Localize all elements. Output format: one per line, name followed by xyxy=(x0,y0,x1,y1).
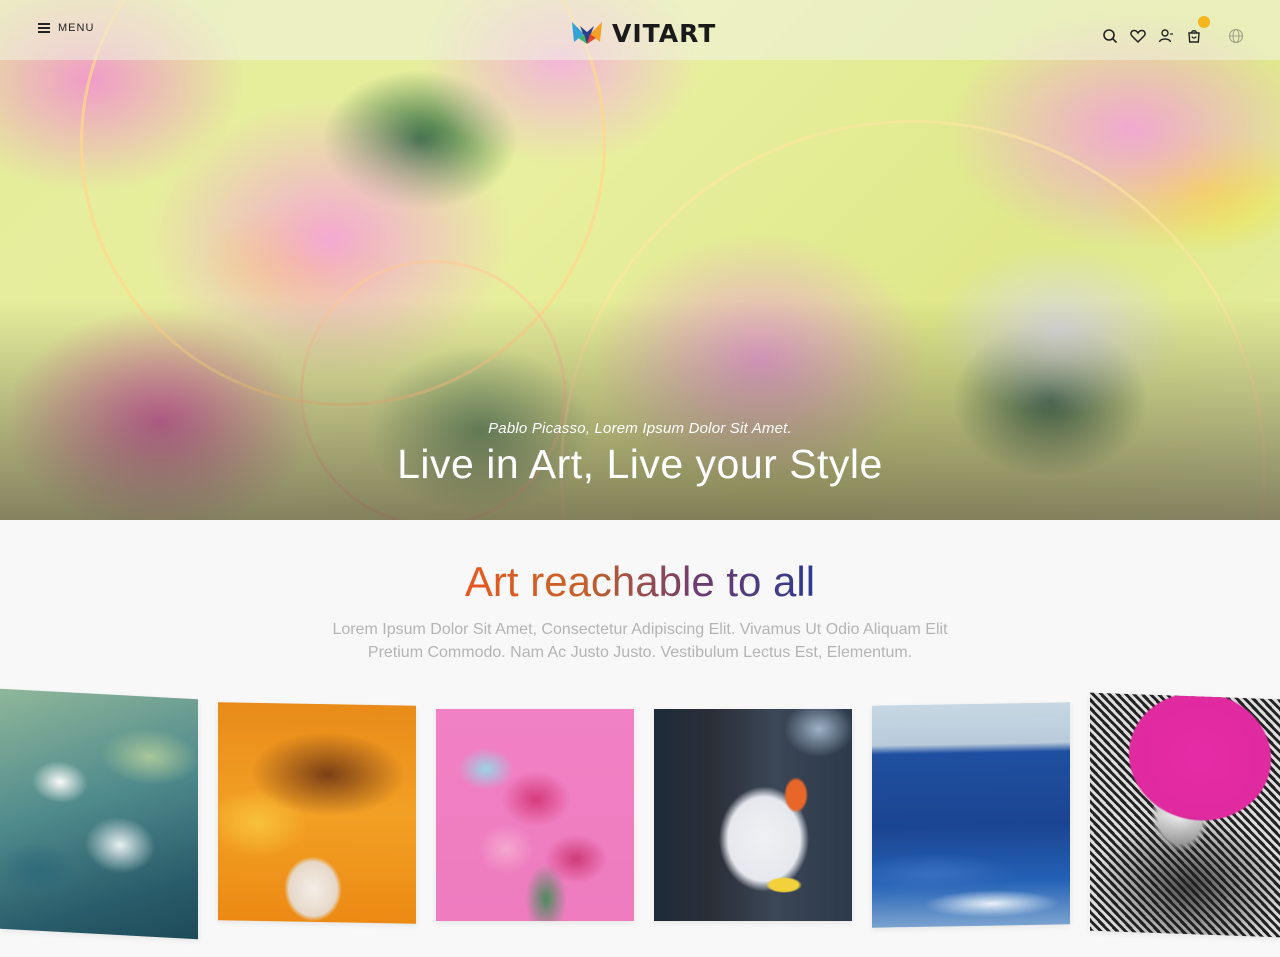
logo-mark-icon xyxy=(572,22,602,44)
cart-badge xyxy=(1198,16,1210,28)
hamburger-icon xyxy=(38,23,50,33)
hero-caption: Pablo Picasso, Lorem Ipsum Dolor Sit Ame… xyxy=(0,420,1280,488)
cart-icon[interactable] xyxy=(1186,16,1210,44)
menu-button[interactable]: MENU xyxy=(38,22,94,34)
globe-icon[interactable] xyxy=(1228,28,1244,44)
heart-icon[interactable] xyxy=(1130,28,1146,44)
hero-subtitle: Pablo Picasso, Lorem Ipsum Dolor Sit Ame… xyxy=(488,420,792,437)
section-description: Lorem Ipsum Dolor Sit Amet, Consectetur … xyxy=(332,621,948,661)
ocean-painting[interactable] xyxy=(872,702,1070,928)
abstract-painting[interactable] xyxy=(654,709,852,921)
menu-label: MENU xyxy=(58,22,95,34)
portrait-shading xyxy=(1090,692,1280,938)
hero-headline: Live in Art, Live your Style xyxy=(397,441,883,487)
artwork-gallery xyxy=(0,688,1280,940)
portrait-headdress-painting[interactable] xyxy=(1090,692,1280,938)
hero-banner: Pablo Picasso, Lorem Ipsum Dolor Sit Ame… xyxy=(0,0,1280,520)
pink-lily-painting[interactable] xyxy=(436,709,634,921)
logo[interactable]: VITART xyxy=(570,18,716,48)
section-title: Art reachable to all xyxy=(0,558,1280,606)
user-icon[interactable] xyxy=(1158,28,1174,44)
section-title-text: Art reachable to all xyxy=(464,558,816,605)
white-flowers-painting[interactable] xyxy=(0,688,198,940)
logo-text: VITART xyxy=(612,18,717,48)
top-bar: MENU VITART xyxy=(0,0,1280,60)
orange-vase-painting[interactable] xyxy=(218,702,416,924)
header-icons xyxy=(1090,16,1244,44)
search-icon[interactable] xyxy=(1102,28,1118,44)
